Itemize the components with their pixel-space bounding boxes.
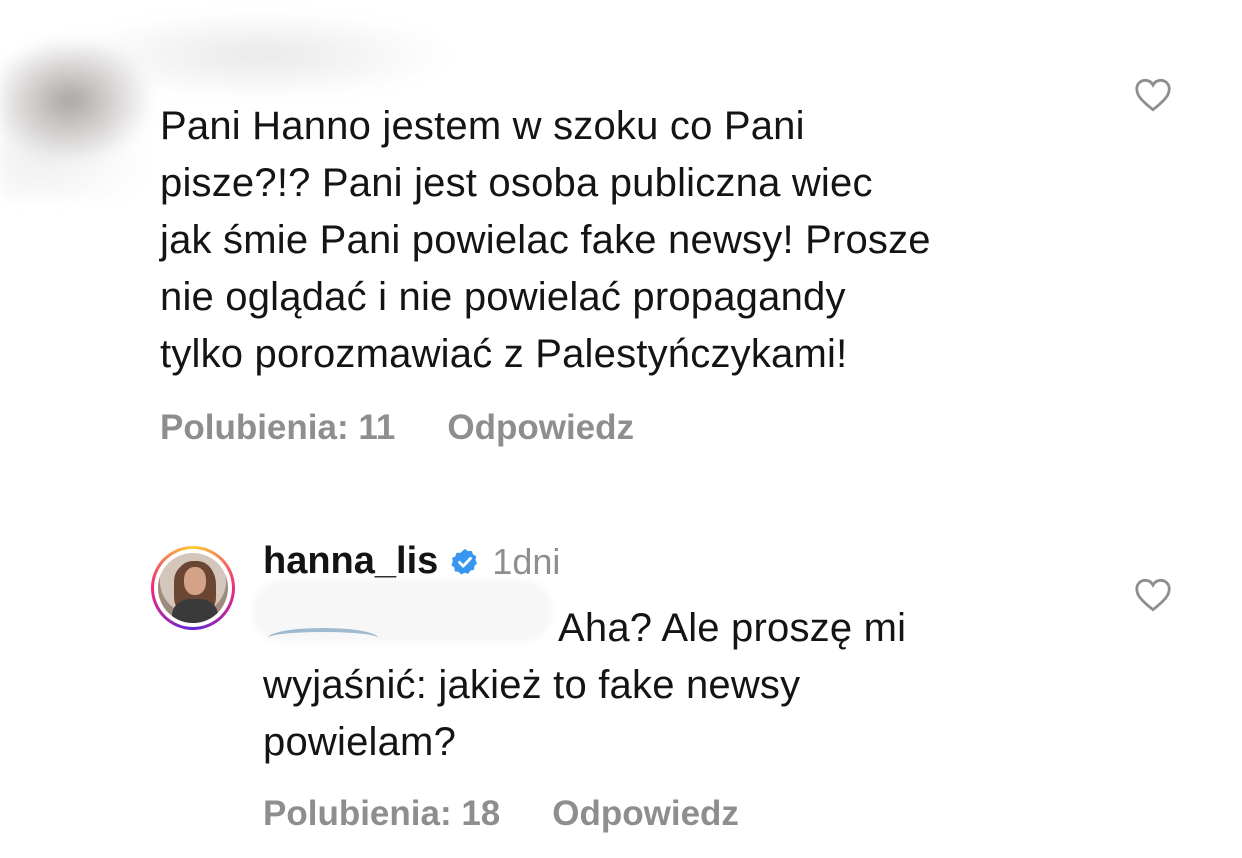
reply-button[interactable]: Odpowiedz (552, 794, 739, 834)
likes-count[interactable]: Polubienia: 18 (263, 794, 500, 834)
verified-badge-icon (451, 548, 478, 574)
profile-photo (158, 553, 228, 623)
reply-actions: Polubienia: 18 Odpowiedz (263, 794, 739, 834)
comment-body: Pani Hanno jestem w szoku co Pani pisze?… (160, 98, 1120, 383)
avatar[interactable] (151, 546, 235, 630)
username-link[interactable]: hanna_lis (263, 540, 438, 583)
reply-body: Aha? Ale proszę mi wyjaśnić: jakież to f… (263, 600, 1103, 771)
like-heart-icon[interactable] (1134, 78, 1172, 112)
reply-text-first-line: Aha? Ale proszę mi (558, 606, 907, 650)
reply-text: wyjaśnić: jakież to fake newsy powielam? (263, 663, 801, 764)
comment-text: Pani Hanno jestem w szoku co Pani pisze?… (160, 104, 931, 376)
comment-actions: Polubienia: 11 Odpowiedz (160, 408, 634, 448)
reply-button[interactable]: Odpowiedz (447, 408, 634, 448)
comment-header: hanna_lis 1dni (263, 540, 560, 583)
like-heart-icon[interactable] (1134, 578, 1172, 612)
likes-count[interactable]: Polubienia: 11 (160, 408, 395, 448)
timestamp: 1dni (492, 540, 561, 582)
